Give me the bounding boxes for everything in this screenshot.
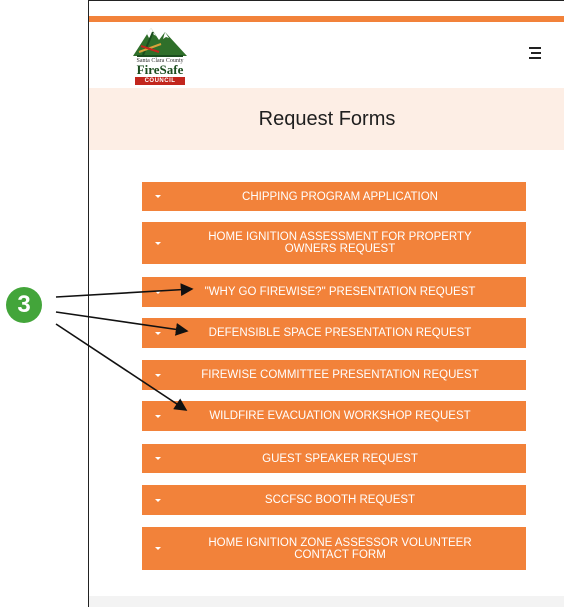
arrow-to-why-go-firewise <box>55 283 194 298</box>
callout-arrows <box>55 283 194 411</box>
callout-number: 3 <box>17 291 31 318</box>
arrow-to-wildfire-evacuation <box>55 323 188 411</box>
arrow-to-defensible-space <box>55 311 189 336</box>
step-callout-badge: 3 <box>6 287 42 323</box>
